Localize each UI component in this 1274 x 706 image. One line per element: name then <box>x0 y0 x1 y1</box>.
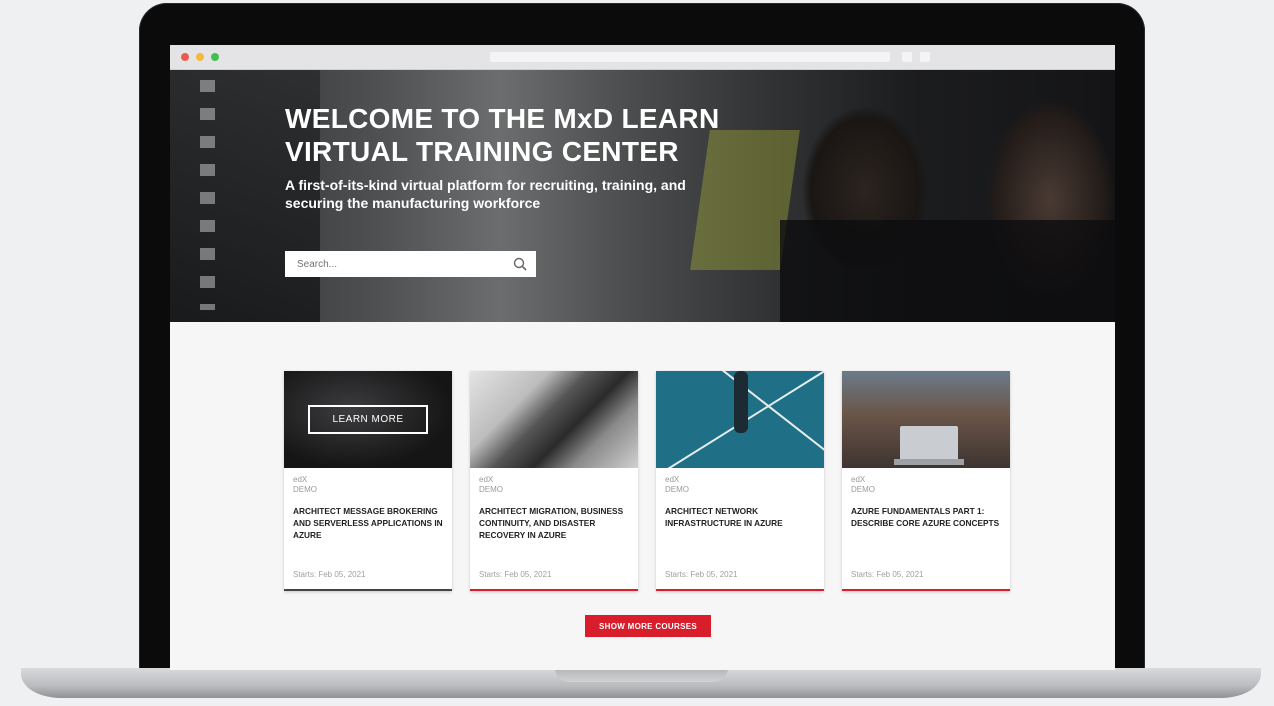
course-thumbnail[interactable] <box>470 371 638 468</box>
search-box <box>285 251 536 277</box>
person-figure <box>734 371 748 433</box>
course-card[interactable]: edX DEMO ARCHITECT NETWORK INFRASTRUCTURE… <box>656 371 824 591</box>
course-title[interactable]: ARCHITECT MIGRATION, BUSINESS CONTINUITY… <box>479 505 631 541</box>
show-more-courses-button[interactable]: SHOW MORE COURSES <box>585 615 711 637</box>
laptop-notch <box>555 668 728 682</box>
course-list: LEARN MORE edX DEMO ARCHITECT MESSAGE BRO… <box>284 371 1012 591</box>
toolbar-button[interactable] <box>920 52 930 62</box>
laptop-image <box>900 426 958 462</box>
course-start-date: Starts: Feb 05, 2021 <box>479 570 552 579</box>
course-title[interactable]: ARCHITECT MESSAGE BROKERING AND SERVERLE… <box>293 505 445 541</box>
minimize-window-button[interactable] <box>196 53 204 61</box>
learn-more-button[interactable]: LEARN MORE <box>308 405 428 434</box>
course-thumbnail[interactable]: LEARN MORE <box>284 371 452 468</box>
address-bar[interactable] <box>490 52 890 62</box>
course-title[interactable]: ARCHITECT NETWORK INFRASTRUCTURE IN AZUR… <box>665 505 817 529</box>
laptop-image-base <box>894 459 964 465</box>
course-start-date: Starts: Feb 05, 2021 <box>851 570 924 579</box>
course-thumbnail[interactable] <box>656 371 824 468</box>
course-start-date: Starts: Feb 05, 2021 <box>293 570 366 579</box>
course-title[interactable]: AZURE FUNDAMENTALS PART 1: DESCRIBE CORE… <box>851 505 1003 529</box>
search-input[interactable] <box>285 251 505 277</box>
course-card[interactable]: edX DEMO ARCHITECT MIGRATION, BUSINESS CO… <box>470 371 638 591</box>
close-window-button[interactable] <box>181 53 189 61</box>
course-card[interactable]: edX DEMO AZURE FUNDAMENTALS PART 1: DESCR… <box>842 371 1010 591</box>
course-provider: edX DEMO <box>665 475 689 494</box>
course-start-date: Starts: Feb 05, 2021 <box>665 570 738 579</box>
hero-image-people <box>780 220 1115 322</box>
hero-subtitle: A first-of-its-kind virtual platform for… <box>285 177 686 211</box>
toolbar-button[interactable] <box>902 52 912 62</box>
course-thumbnail[interactable] <box>842 371 1010 468</box>
course-provider: edX DEMO <box>293 475 317 494</box>
course-card[interactable]: LEARN MORE edX DEMO ARCHITECT MESSAGE BRO… <box>284 371 452 591</box>
search-icon[interactable] <box>513 257 527 271</box>
course-provider: edX DEMO <box>479 475 503 494</box>
course-provider: edX DEMO <box>851 475 875 494</box>
court-line <box>696 371 824 468</box>
maximize-window-button[interactable] <box>211 53 219 61</box>
hero-image-detail <box>200 80 215 310</box>
browser-window: WELCOME TO THE MxD LEARN VIRTUAL TRAININ… <box>170 45 1115 670</box>
hero-title: WELCOME TO THE MxD LEARN VIRTUAL TRAININ… <box>285 103 720 167</box>
hero-banner: WELCOME TO THE MxD LEARN VIRTUAL TRAININ… <box>170 70 1115 322</box>
browser-toolbar <box>170 45 1115 70</box>
